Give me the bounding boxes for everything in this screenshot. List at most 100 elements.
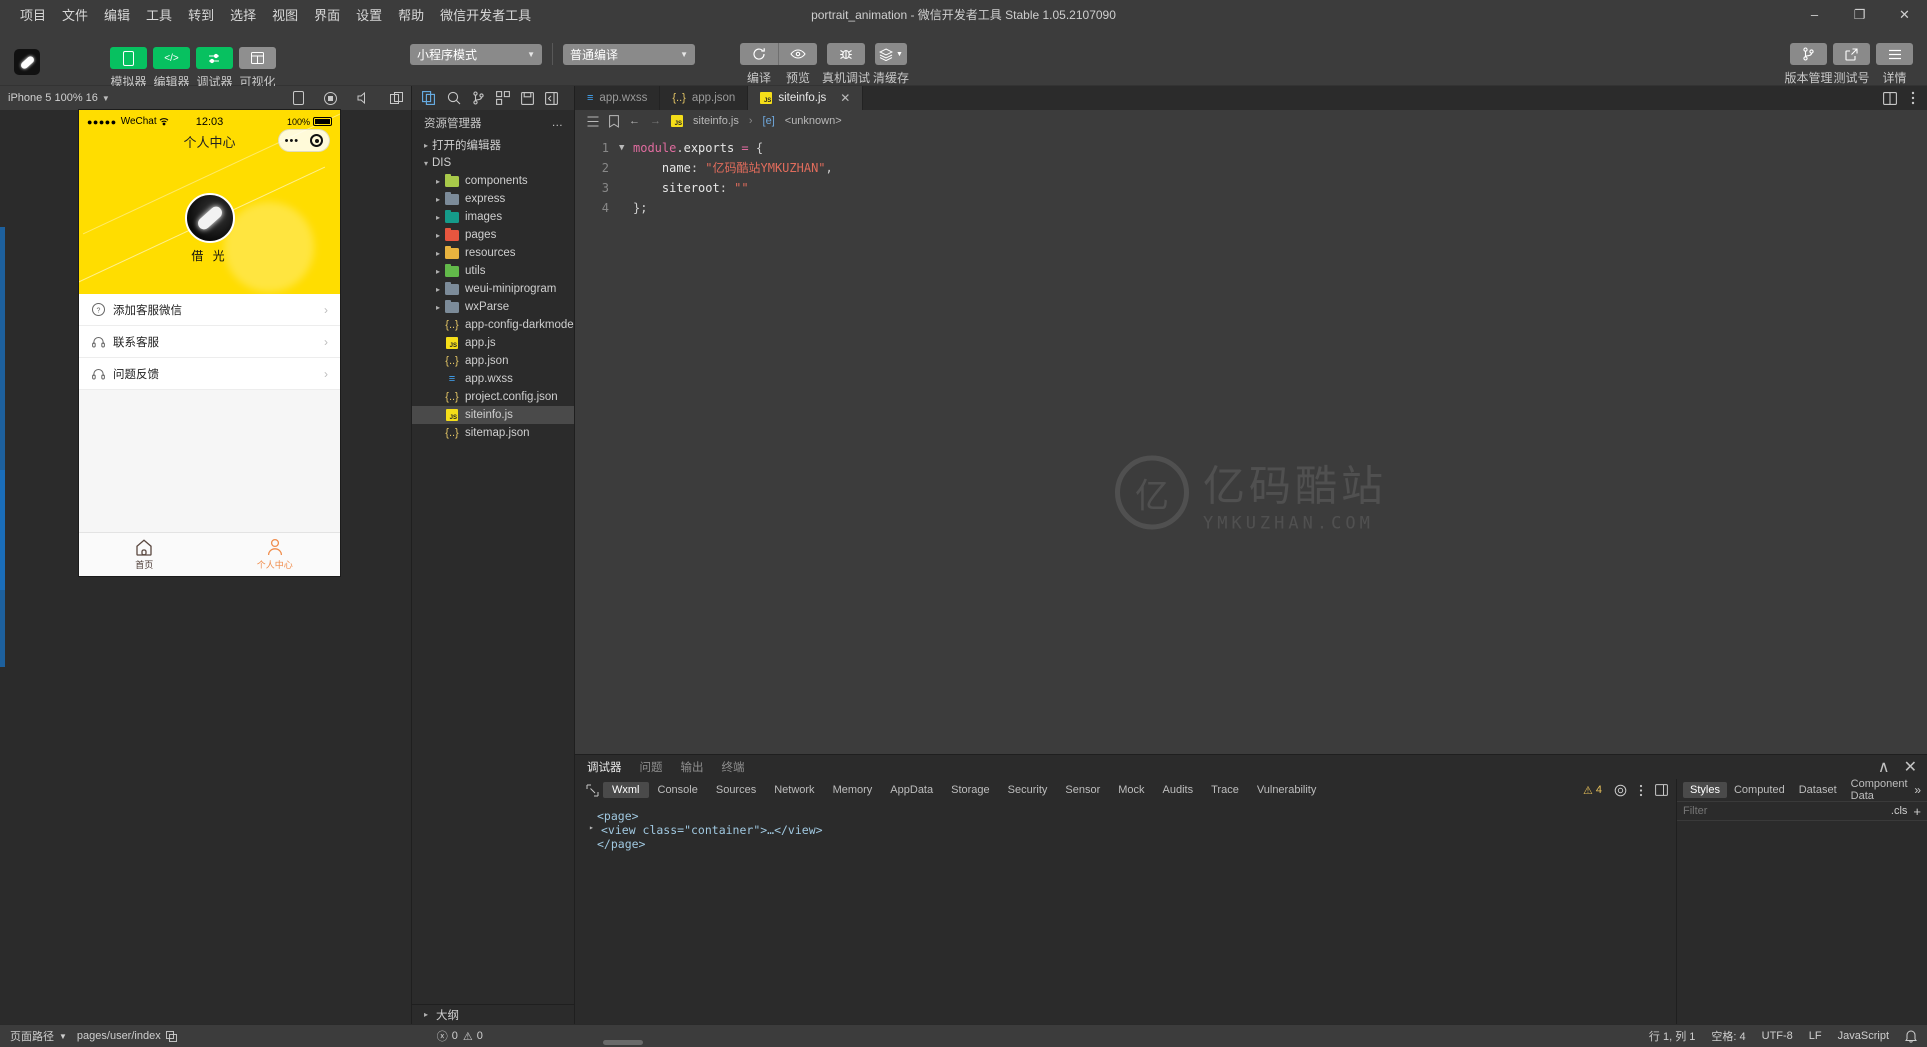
minimize-button[interactable]: – [1792,0,1837,29]
tree-item-wxparse[interactable]: wxParse [412,298,574,316]
preview-button[interactable]: 预览 [779,43,817,85]
outline-toggle-icon[interactable] [587,116,599,127]
simulator-toggle-button[interactable]: 模拟器 [110,47,147,89]
test-account-button[interactable]: 测试号 [1833,43,1870,85]
menu-item-edit[interactable]: 编辑 [96,1,138,28]
tree-open-editors[interactable]: 打开的编辑器 [412,136,574,154]
devtools-tab-security[interactable]: Security [999,782,1057,798]
tree-item-sitemap-json[interactable]: {..} sitemap.json [412,424,574,442]
style-tab-dataset[interactable]: Dataset [1792,782,1844,798]
eol-setting[interactable]: LF [1809,1030,1822,1042]
filter-input[interactable] [1683,805,1885,817]
notifications-icon[interactable] [1905,1030,1917,1043]
code-editor[interactable]: 1 ▼ module.exports = { 2 name: "亿码酷站YMKU… [575,132,1927,754]
devtools-tab-appdata[interactable]: AppData [881,782,942,798]
wxml-tree[interactable]: <page> ▸ <view class="container">…</view>… [575,801,1676,1024]
nav-back-icon[interactable]: ← [629,115,640,127]
clear-cache-button[interactable]: ▼ 清缓存 [873,43,909,85]
real-device-debug-button[interactable]: 真机调试 [822,43,870,85]
add-style-button[interactable]: + [1913,804,1921,819]
tree-root[interactable]: DIS [412,154,574,172]
visualization-toggle-button[interactable]: 可视化 [239,47,276,89]
search-icon[interactable] [447,91,461,105]
tree-item-components[interactable]: components [412,172,574,190]
menu-item-devtools[interactable]: 微信开发者工具 [432,1,539,28]
panel-tab-output[interactable]: 输出 [681,759,704,775]
menu-item-tools[interactable]: 工具 [138,1,180,28]
nav-forward-icon[interactable]: → [650,115,661,127]
details-button[interactable]: 详情 [1876,43,1913,85]
inspect-element-icon[interactable] [581,784,603,797]
menu-item-project[interactable]: 项目 [12,1,54,28]
tree-item-weui-miniprogram[interactable]: weui-miniprogram [412,280,574,298]
tree-item-project-config[interactable]: {..} project.config.json [412,388,574,406]
outline-section[interactable]: 大纲 [412,1004,574,1024]
tree-item-app-js[interactable]: JS app.js [412,334,574,352]
compile-select[interactable]: 普通编译 ▼ [563,43,695,65]
tree-item-images[interactable]: images [412,208,574,226]
version-control-button[interactable]: 版本管理 [1784,43,1833,85]
devtools-tab-sources[interactable]: Sources [707,782,765,798]
tab-home[interactable]: 首页 [79,533,210,576]
mode-select[interactable]: 小程序模式 ▼ [410,43,542,65]
close-button[interactable]: ✕ [1882,0,1927,29]
devtools-tab-mock[interactable]: Mock [1109,782,1153,798]
breadcrumb-symbol[interactable]: <unknown> [785,115,842,127]
panel-resize-handle[interactable] [0,227,5,667]
devtools-tab-memory[interactable]: Memory [824,782,882,798]
devtools-tab-sensor[interactable]: Sensor [1056,782,1109,798]
tree-item-app-json[interactable]: {..} app.json [412,352,574,370]
problems-summary[interactable]: ⓧ 0 ⚠ 0 [437,1028,483,1044]
tab-profile[interactable]: 个人中心 [210,533,341,576]
phone-preview[interactable]: ●●●●● WeChat 12:03 100% 个人中心 ••• 借 光 ? 添… [79,110,340,576]
chevron-right-icon[interactable]: ▸ [589,823,597,832]
tree-item-app-wxss[interactable]: ≡ app.wxss [412,370,574,388]
menu-item-view[interactable]: 视图 [264,1,306,28]
overflow-icon[interactable]: » [1914,783,1921,797]
collapse-panel-icon[interactable]: ∧ [1878,757,1890,777]
tree-item-utils[interactable]: utils [412,262,574,280]
more-actions-icon[interactable] [1911,91,1915,105]
encoding-setting[interactable]: UTF-8 [1762,1030,1793,1042]
devtools-tab-trace[interactable]: Trace [1202,782,1248,798]
bookmark-icon[interactable] [609,114,619,128]
gear-icon[interactable] [1614,784,1627,797]
cursor-position[interactable]: 行 1, 列 1 [1649,1028,1695,1044]
menu-item-goto[interactable]: 转到 [180,1,222,28]
source-control-icon[interactable] [472,91,485,105]
page-path-selector[interactable]: 页面路径 ▼ [10,1028,67,1044]
list-item[interactable]: 问题反馈 › [79,358,340,390]
tree-item-express[interactable]: express [412,190,574,208]
split-editor-icon[interactable] [1883,91,1897,105]
devtools-tab-vulnerability[interactable]: Vulnerability [1248,782,1326,798]
menu-item-select[interactable]: 选择 [222,1,264,28]
editor-tab-app-json[interactable]: {..} app.json [660,86,749,110]
fold-arrow-icon[interactable]: ▼ [619,138,633,158]
cls-button[interactable]: .cls [1891,805,1908,817]
list-item[interactable]: ? 添加客服微信 › [79,294,340,326]
devtools-tab-storage[interactable]: Storage [942,782,999,798]
editor-tab-siteinfo-js[interactable]: JS siteinfo.js ✕ [748,86,864,110]
dock-panel-icon[interactable] [1655,784,1668,796]
collapse-panel-icon[interactable] [545,91,558,105]
copy-icon[interactable] [165,1030,177,1042]
devtools-tab-console[interactable]: Console [649,782,707,798]
explorer-more-button[interactable]: … [552,117,565,129]
save-icon[interactable] [521,91,534,105]
menu-item-settings[interactable]: 设置 [348,1,390,28]
warning-badge[interactable]: ⚠ 4 [1583,784,1602,797]
menu-item-file[interactable]: 文件 [54,1,96,28]
panel-tab-terminal[interactable]: 终端 [722,759,745,775]
compile-button[interactable]: 编译 [740,43,778,85]
devtools-tab-network[interactable]: Network [765,782,823,798]
editor-toggle-button[interactable]: </> 编辑器 [153,47,190,89]
capsule-button[interactable]: ••• [278,129,330,152]
devtools-tab-wxml[interactable]: Wxml [603,782,649,798]
device-select[interactable]: iPhone 5 100% 16 [8,92,98,104]
devtools-tab-audits[interactable]: Audits [1154,782,1203,798]
close-panel-icon[interactable]: ✕ [1904,757,1917,777]
list-item[interactable]: 联系客服 › [79,326,340,358]
tree-item-siteinfo-js[interactable]: JS siteinfo.js [412,406,574,424]
menu-item-help[interactable]: 帮助 [390,1,432,28]
more-actions-icon[interactable] [1639,784,1643,797]
